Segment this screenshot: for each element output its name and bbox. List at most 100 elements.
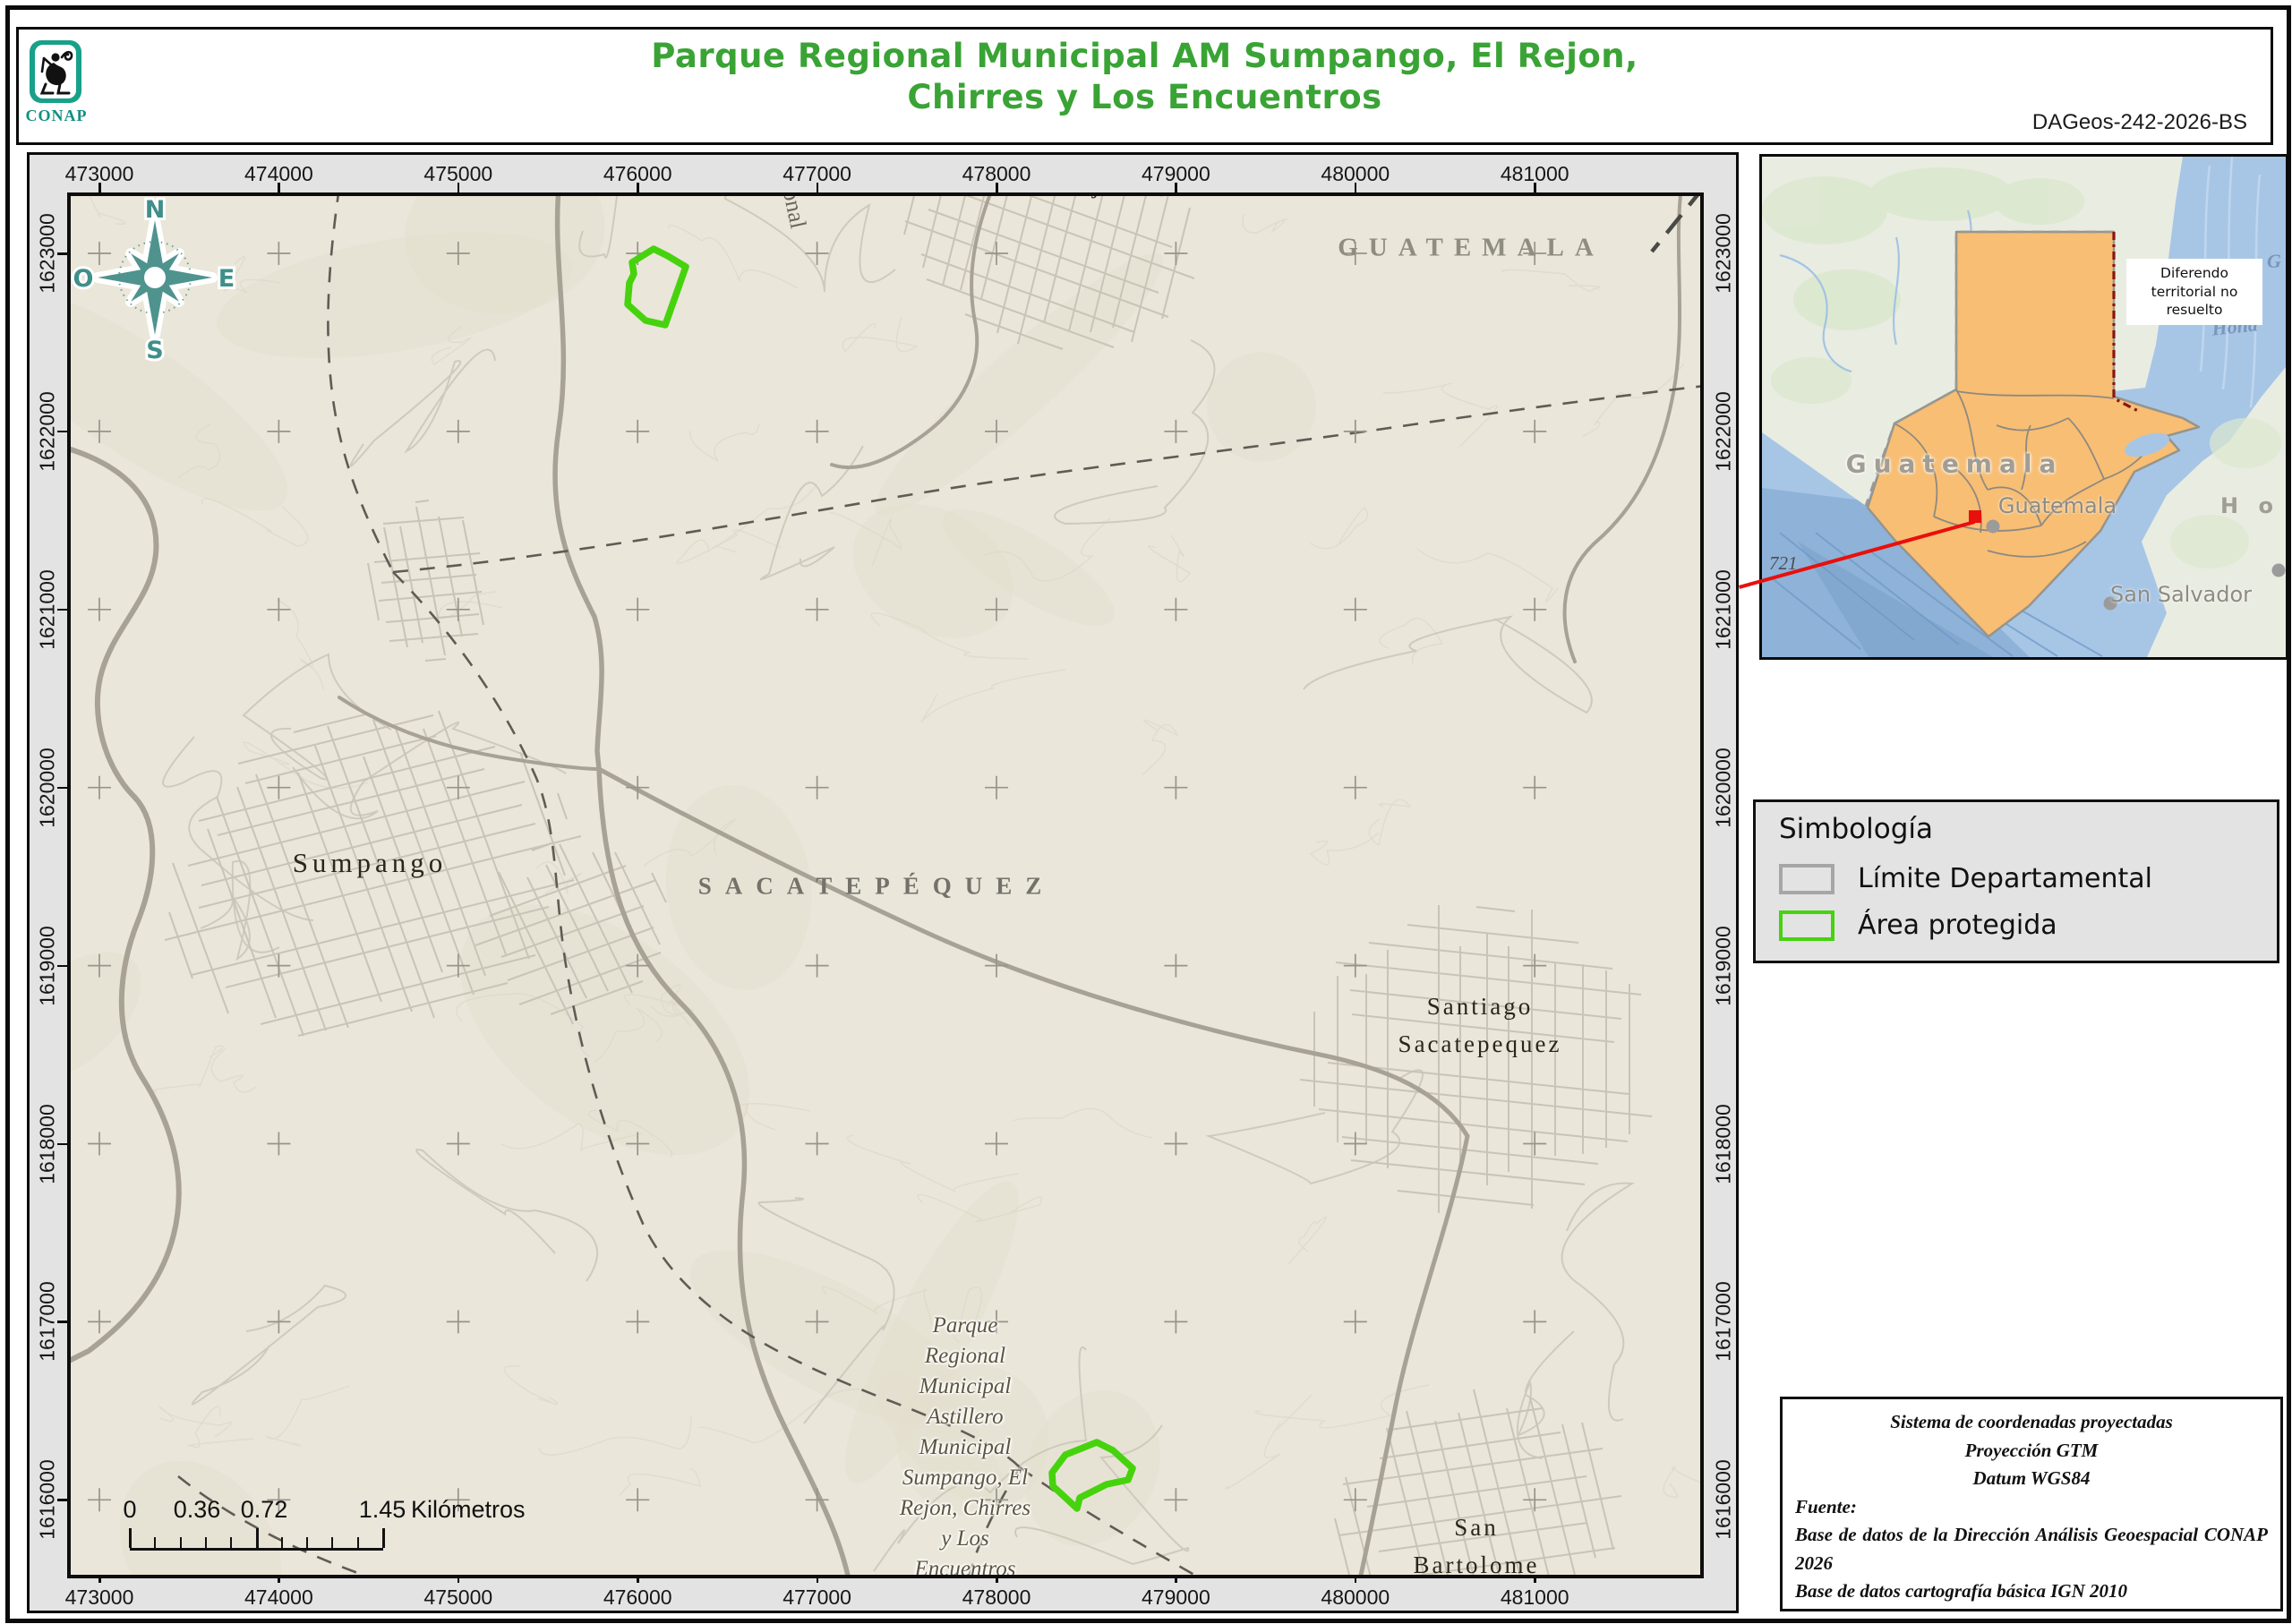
legend: Simbología Límite Departamental Área pro… [1753,799,2279,963]
y-tick-left [57,1143,67,1146]
scale-bar-labels: 0 0.36 0.72 1.45 Kilómetros [130,1496,398,1526]
y-axis-label-left: 1623000 [36,213,60,294]
x-tick-top [1355,183,1357,192]
scale-bar-ruler [130,1528,383,1551]
scale-tick [281,1537,283,1548]
document-id: DAGeos-242-2026-BS [2032,110,2247,135]
protected-area-label-line: y Los [831,1524,1099,1554]
x-tick-top [458,183,460,192]
y-axis-label-left: 1621000 [36,569,60,650]
y-tick-left [57,965,67,968]
x-axis-label-bottom: 478000 [962,1586,1031,1610]
x-axis-label-bottom: 474000 [244,1586,313,1610]
town-label-sumpango: Sumpango [293,847,448,879]
x-tick-top [817,183,819,192]
y-axis-label-right: 1617000 [1712,1282,1736,1363]
map-title-line2: Chirres y Los Encuentros [19,77,2271,118]
legend-title: Simbología [1779,813,1933,845]
x-axis-label-bottom: 477000 [783,1586,851,1610]
y-axis-label-right: 1616000 [1712,1460,1736,1541]
header: CONAP Parque Regional Municipal AM Sumpa… [16,27,2273,145]
protected-area-label-line: Municipal [831,1432,1099,1463]
y-tick-left [57,609,67,611]
protected-area-label-line: Sumpango, El [831,1463,1099,1493]
compass-o-label: O [73,265,94,293]
inset-city-label: Guatemala [1998,493,2117,518]
scale-tick [331,1537,333,1548]
town-label-xenacoj: Xenacoj [1003,192,1102,200]
info-fuente-label: Fuente: [1795,1493,2268,1522]
y-tick-left [57,252,67,255]
map-title-line1: Parque Regional Municipal AM Sumpango, E… [19,36,2271,77]
map-title: Parque Regional Municipal AM Sumpango, E… [19,36,2271,118]
inset-san-salvador-label: San Salvador [2110,582,2252,607]
x-tick-top [278,183,280,192]
info-line-1: Sistema de coordenadas proyectadas [1795,1408,2268,1437]
inset-country-label: Guatemala [1846,449,2064,479]
inset-territorial-note: Diferendo territorial no resuelto [2126,259,2262,325]
scale-tick [129,1528,132,1548]
x-tick-top [1175,183,1177,192]
department-label-sacatepequez: SACATEPÉQUEZ [698,873,1056,901]
y-axis-label-right: 1619000 [1712,926,1736,1006]
y-axis-label-right: 1621000 [1712,569,1736,650]
main-map-frame: 4730004730004740004740004750004750004760… [27,152,1739,1613]
x-tick-top [996,183,998,192]
scale-tick [205,1537,207,1548]
y-tick-left [57,1321,67,1323]
y-axis-label-left: 1618000 [36,1104,60,1184]
protected-area-label-line: Regional [831,1341,1099,1372]
info-source-1: Base de datos de la Dirección Análisis G… [1795,1521,2268,1577]
y-tick-left [57,787,67,790]
inset-location-map: Guatemala Guatemala San Salvador H o Hon… [1759,154,2288,660]
town-label-san-bartolome: San Bartolome [1414,1509,1540,1578]
x-axis-label-bottom: 476000 [603,1586,672,1610]
protected-area-label-line: Rejon, Chirres [831,1493,1099,1524]
compass-n-label: N [145,196,166,224]
y-axis-label-left: 1616000 [36,1460,60,1541]
x-tick-top [1534,183,1536,192]
compass-s-label: S [146,337,163,364]
inset-area-marker [1969,510,1981,523]
x-axis-label-bottom: 479000 [1142,1586,1210,1610]
y-tick-left [57,431,67,433]
y-axis-label-right: 1622000 [1712,391,1736,472]
scale-tick [382,1528,385,1548]
scale-tick [306,1537,308,1548]
y-axis-label-right: 1620000 [1712,748,1736,828]
y-axis-label-left: 1622000 [36,391,60,472]
scale-tick [180,1537,182,1548]
scale-tick [357,1537,359,1548]
town-label-santiago-sacatepequez: Santiago Sacatepequez [1398,987,1562,1063]
x-tick-top [98,183,101,192]
legend-swatch-protected-area [1779,910,1834,941]
x-axis-label-bottom: 473000 [65,1586,134,1610]
info-line-3: Datum WGS84 [1795,1465,2268,1493]
x-axis-label-bottom: 480000 [1321,1586,1390,1610]
inset-sea-label-fragment-2: G [2267,250,2281,273]
legend-item-limite-departamental: Límite Departamental [1779,863,2152,894]
x-axis-label-bottom: 481000 [1501,1586,1569,1610]
y-tick-left [57,1499,67,1501]
protected-area-label: ParqueRegionalMunicipalAstilleroMunicipa… [831,1311,1099,1578]
y-axis-label-right: 1618000 [1712,1104,1736,1184]
inset-honduras-label-fragment: H o [2220,493,2279,518]
info-source-2: Base de datos cartografía básica IGN 201… [1795,1577,2268,1606]
protected-area-label-line: Encuentros [831,1554,1099,1578]
x-tick-top [637,183,639,192]
inset-guatemala-city-dot [1987,520,2000,534]
main-map: N S E O Sumpango SACATEPÉQUEZ GUATEMALA … [67,192,1704,1578]
y-axis-label-right: 1623000 [1712,213,1736,294]
info-line-2: Proyección GTM [1795,1437,2268,1466]
protected-area-label-line: Municipal [831,1372,1099,1402]
coordinate-system-info-box: Sistema de coordenadas proyectadas Proye… [1780,1397,2283,1611]
y-axis-label-left: 1620000 [36,748,60,828]
protected-area-label-line: Astillero [831,1402,1099,1432]
scale-tick [256,1528,259,1548]
x-axis-label-bottom: 475000 [423,1586,492,1610]
scale-tick [154,1537,156,1548]
scale-tick [230,1537,232,1548]
scale-bar: 0 0.36 0.72 1.45 Kilómetros [130,1496,398,1559]
legend-swatch-departmental [1779,864,1834,894]
y-axis-label-left: 1619000 [36,926,60,1006]
